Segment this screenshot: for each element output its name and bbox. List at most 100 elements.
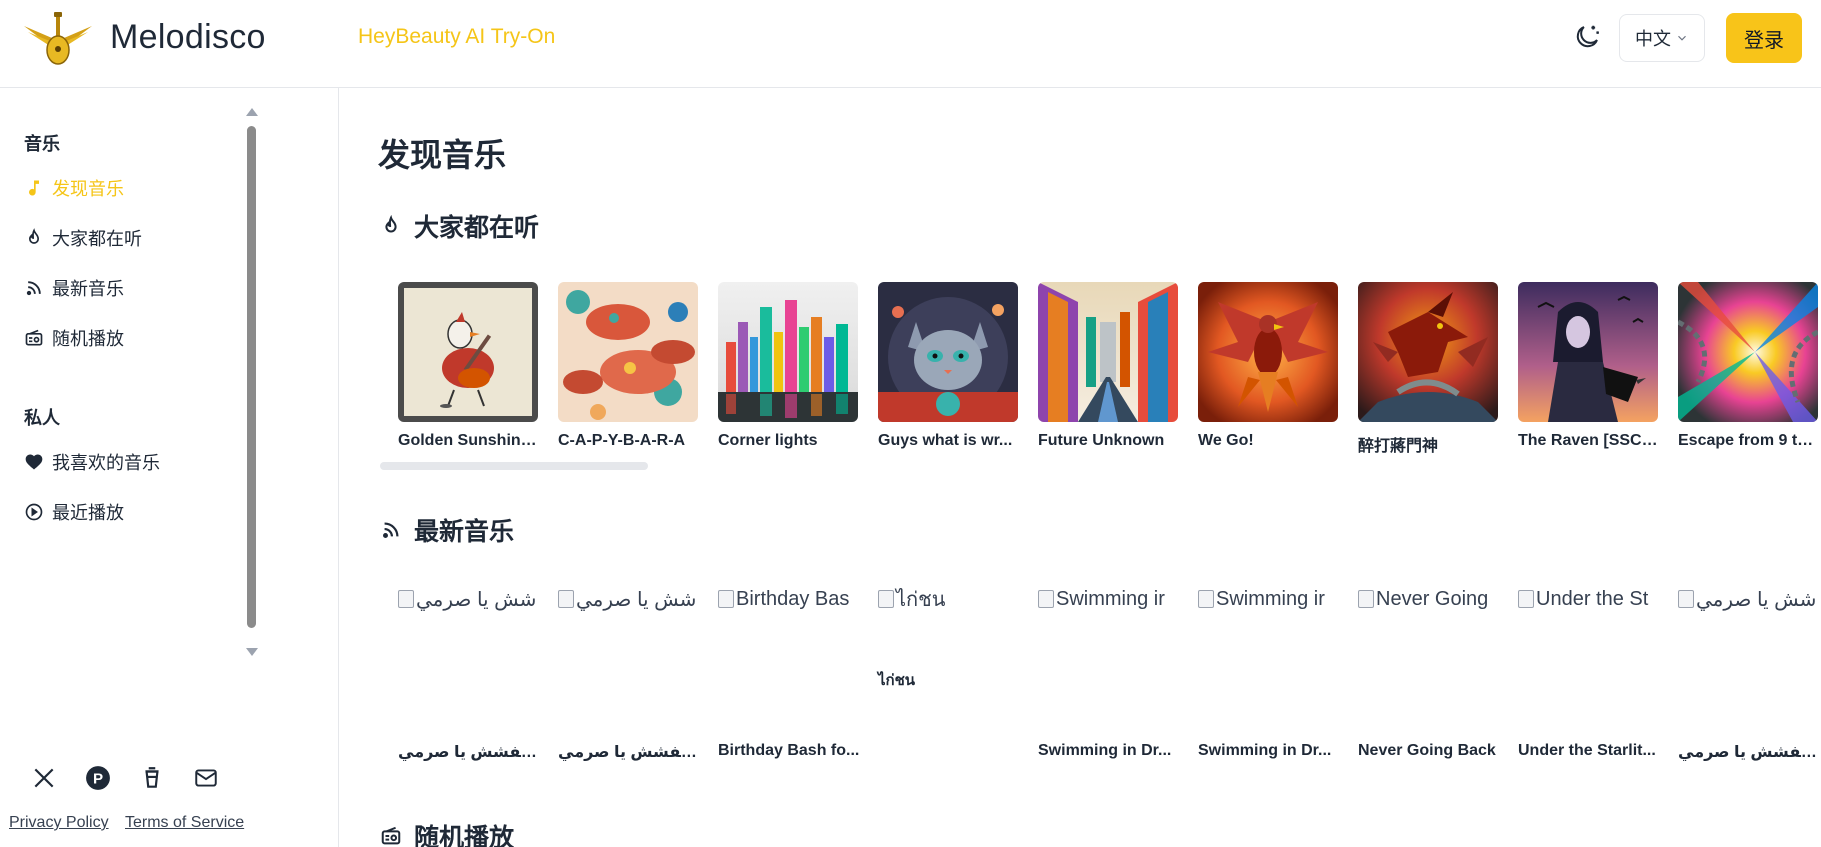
sidebar-item-latest[interactable]: 最新音乐 [24,274,124,302]
song-title[interactable]: Escape from 9 to... [1678,432,1820,450]
sidebar-scrollbar[interactable] [244,108,258,656]
broken-image-icon [1678,590,1694,608]
sidebar: 音乐 发现音乐 大家都在听 最新音乐 随机播放 私人 我喜欢的音乐 最近播放 P [0,88,339,847]
trending-horizontal-scrollbar[interactable] [380,462,648,470]
song-card[interactable]: Future Unknown [1038,282,1180,449]
song-title[interactable]: Golden Sunshine... [398,432,540,450]
radio-icon [381,826,401,845]
song-title[interactable]: ไก่ชน [878,668,915,692]
sidebar-item-label: 最新音乐 [52,279,124,299]
image-alt-text: ไก่ชน [896,589,946,611]
language-label: 中文 [1635,29,1671,49]
album-cover[interactable] [1518,282,1658,422]
song-card[interactable]: Escape from 9 to... [1678,282,1820,449]
song-title[interactable]: Swimming in Dr... [1198,742,1340,760]
song-title[interactable]: C-A-P-Y-B-A-R-A [558,432,700,450]
sidebar-section-music: 音乐 [24,134,60,154]
broken-image[interactable]: Under the St [1518,586,1660,612]
song-title[interactable]: تفشش يا صرمي... [398,742,540,762]
song-card[interactable]: C-A-P-Y-B-A-R-A [558,282,700,449]
top-header: Melodisco HeyBeauty AI Try-On 中文 登录 [0,0,1821,88]
album-cover[interactable] [1678,282,1818,422]
product-hunt-icon[interactable]: P [84,764,112,792]
language-select[interactable]: 中文 [1619,14,1705,62]
song-card[interactable]: The Raven [SSC3... [1518,282,1660,449]
sidebar-item-trending[interactable]: 大家都在听 [24,224,142,252]
radio-icon [25,329,43,346]
brand-name[interactable]: Melodisco [110,18,266,57]
coffee-cup-icon[interactable] [138,764,166,792]
song-card[interactable]: We Go! [1198,282,1340,449]
broken-image[interactable]: شش يا صرمي [558,586,700,612]
song-card[interactable]: Corner lights [718,282,860,449]
promo-link[interactable]: HeyBeauty AI Try-On [358,25,555,49]
song-title[interactable]: Guys what is wr... [878,432,1020,450]
terms-of-service-link[interactable]: Terms of Service [125,814,244,832]
broken-image-icon [398,590,414,608]
sidebar-item-random[interactable]: 随机播放 [24,324,124,352]
song-card[interactable]: Guys what is wr... [878,282,1020,449]
play-circle-icon [25,503,43,521]
image-alt-text: شش يا صرمي [576,588,697,611]
album-cover[interactable] [1358,282,1498,422]
song-title[interactable]: 醉打蔣門神 [1358,432,1500,456]
song-title[interactable]: Never Going Back [1358,742,1500,760]
page-title: 发现音乐 [378,137,507,173]
album-cover[interactable] [398,282,538,422]
broken-image[interactable]: Swimming ir [1038,586,1180,612]
section-title: 随机播放 [414,824,515,847]
song-card[interactable]: 醉打蔣門神 [1358,282,1500,455]
song-title[interactable]: Under the Starlit... [1518,742,1660,760]
album-cover[interactable] [1038,282,1178,422]
broken-image-icon [558,590,574,608]
song-title[interactable]: Future Unknown [1038,432,1180,450]
sidebar-item-label: 随机播放 [52,329,124,349]
image-alt-text: Never Going [1376,587,1489,610]
song-title[interactable]: We Go! [1198,432,1340,450]
song-title[interactable]: تفشش يا صرمي... [558,742,700,762]
sidebar-item-recent[interactable]: 最近播放 [24,498,124,526]
broken-image-icon [1038,590,1054,608]
section-random-header: 随机播放 [380,818,514,847]
heart-icon [25,454,43,470]
mail-icon[interactable] [192,764,220,792]
song-title[interactable]: The Raven [SSC3... [1518,432,1660,450]
dark-mode-moon-icon[interactable] [1572,22,1602,52]
sidebar-item-discover[interactable]: 发现音乐 [24,174,124,202]
broken-image[interactable]: Never Going [1358,586,1500,612]
image-alt-text: Under the St [1536,587,1649,610]
song-title[interactable]: Swimming in Dr... [1038,742,1180,760]
broken-image[interactable]: شش يا صرمي [1678,586,1820,612]
sidebar-item-liked[interactable]: 我喜欢的音乐 [24,448,160,476]
privacy-policy-link[interactable]: Privacy Policy [9,814,109,832]
image-alt-text: Swimming ir [1056,587,1165,610]
broken-image-icon [878,590,894,608]
rss-icon [383,522,399,538]
scroll-up-arrow-icon[interactable] [246,108,258,116]
image-alt-text: شش يا صرمي [416,588,537,611]
broken-image[interactable]: ไก่ชน [878,586,1020,612]
chevron-down-icon [1678,35,1686,41]
x-icon[interactable] [30,764,58,792]
broken-image[interactable]: شش يا صرمي [398,586,540,612]
scroll-down-arrow-icon[interactable] [246,648,258,656]
album-cover[interactable] [718,282,858,422]
sidebar-section-private: 私人 [24,408,60,428]
sidebar-item-label: 我喜欢的音乐 [52,453,160,473]
album-cover[interactable] [558,282,698,422]
song-title[interactable]: Corner lights [718,432,860,450]
song-title[interactable]: Birthday Bash fo... [718,742,860,760]
broken-image-icon [1358,590,1374,608]
broken-image[interactable]: Swimming ir [1198,586,1340,612]
broken-image[interactable]: Birthday Bas [718,586,860,612]
broken-image-icon [1518,590,1534,608]
image-alt-text: Swimming ir [1216,587,1325,610]
guitar-wings-logo[interactable] [22,12,94,68]
album-cover[interactable] [878,282,1018,422]
scrollbar-thumb[interactable] [247,126,256,628]
song-title[interactable]: تفشش يا صرمي... [1678,742,1820,762]
login-button[interactable]: 登录 [1726,13,1802,63]
album-cover[interactable] [1198,282,1338,422]
song-card[interactable]: Golden Sunshine... [398,282,540,449]
section-title: 最新音乐 [414,518,515,546]
